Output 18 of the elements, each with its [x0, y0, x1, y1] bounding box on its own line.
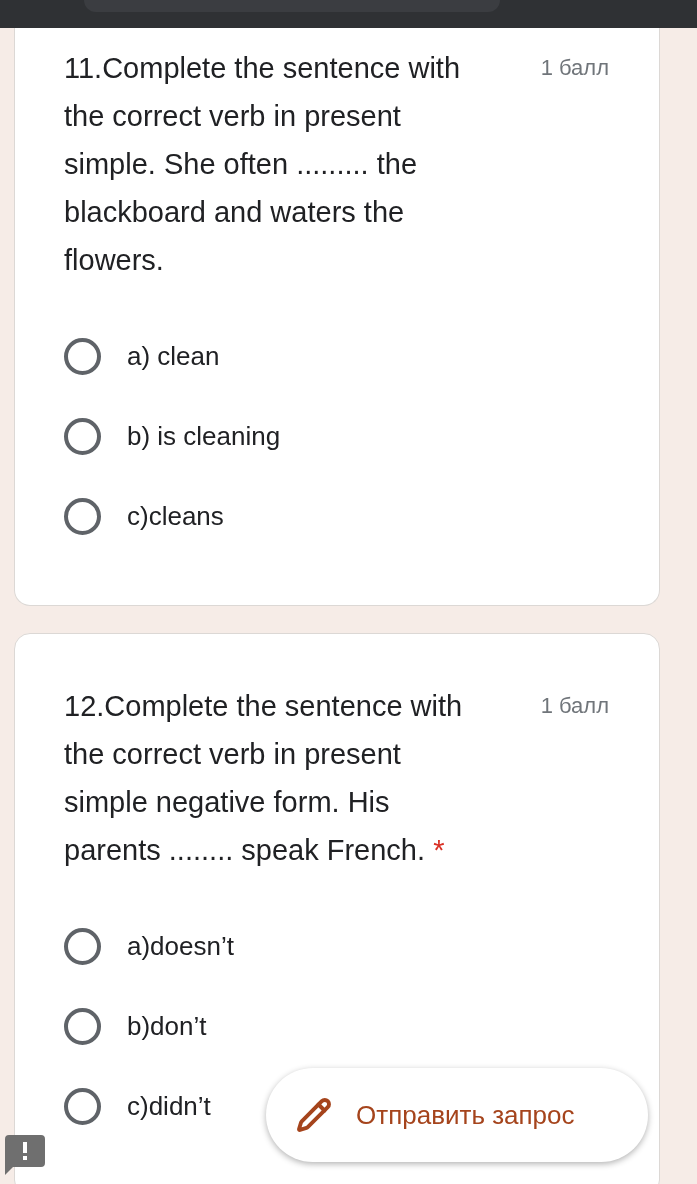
pencil-icon [296, 1097, 332, 1133]
option-label[interactable]: b)don’t [127, 1010, 207, 1042]
radio-button[interactable] [64, 927, 101, 965]
question-text: 11.Complete the sentence with the correct verb in present simple. She often ......... the blackboard and waters the flowers. [64, 51, 462, 278]
option-label[interactable]: c)didn’t [127, 1090, 211, 1122]
option-label[interactable]: a)doesn’t [127, 930, 234, 962]
option-label[interactable]: a) clean [127, 340, 220, 372]
option-label[interactable]: b) is cleaning [127, 420, 281, 452]
option-label[interactable]: c)cleans [127, 500, 224, 532]
radio-button[interactable] [64, 337, 101, 375]
radio-button[interactable] [64, 1087, 101, 1125]
question-text: 12.Complete the sentence with the correct verb in present simple negative form. His parents ........ speak French. * [64, 689, 464, 868]
points-label: 1 балл [540, 692, 609, 720]
points-label: 1 балл [540, 54, 609, 82]
radio-button[interactable] [64, 1007, 101, 1045]
submit-button[interactable]: Отправить запрос [266, 1068, 648, 1162]
radio-button[interactable] [64, 417, 101, 455]
radio-button[interactable] [64, 497, 101, 535]
